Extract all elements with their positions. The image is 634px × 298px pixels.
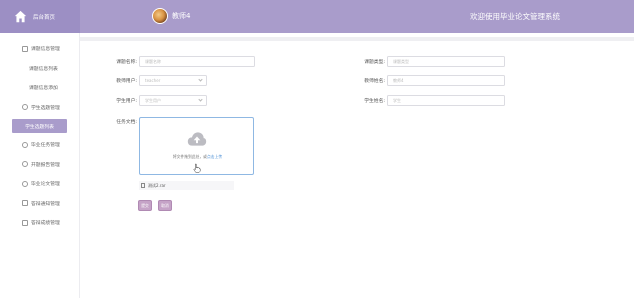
sidebar-item-label: 毕业任务管理 xyxy=(31,143,60,149)
cloud-upload-icon xyxy=(187,132,207,146)
topic-name-input[interactable]: 课题名称 xyxy=(139,56,255,67)
uploaded-file-item[interactable]: 测试2.rar xyxy=(139,181,234,190)
cancel-button[interactable]: 取消 xyxy=(158,200,172,211)
topic-type-placeholder: 课题类型 xyxy=(393,58,409,64)
student-user-select[interactable]: 学生用户 xyxy=(139,95,207,106)
home-label: 后台首页 xyxy=(33,14,56,21)
upload-instructions: 将文件拖到此处，或点击上传 xyxy=(140,154,255,160)
menu-icon xyxy=(22,219,28,226)
student-user-value: 学生用户 xyxy=(145,97,161,103)
content-divider xyxy=(80,37,634,41)
menu-icon xyxy=(22,180,28,187)
home-icon xyxy=(14,10,27,23)
welcome-text: 欢迎使用毕业论文管理系统 xyxy=(470,12,560,21)
sidebar-item-label: 答辩成绩管理 xyxy=(31,221,60,227)
home-link[interactable]: 后台首页 xyxy=(0,0,80,33)
sidebar-item-defense-notice[interactable]: 答辩通知管理 xyxy=(0,194,79,214)
sidebar-item-label: 毕业论文管理 xyxy=(31,182,60,188)
teacher-name-value: 教师4 xyxy=(393,77,404,83)
upload-link[interactable]: 点击上传 xyxy=(207,154,222,159)
hand-cursor-icon xyxy=(193,163,201,173)
teacher-name-label: 教师姓名: xyxy=(364,79,385,84)
topic-type-label: 课题类型: xyxy=(364,60,385,65)
student-name-label: 学生姓名: xyxy=(364,99,385,104)
sidebar-item-label: 开题报告管理 xyxy=(31,162,60,168)
teacher-user-label: 教师用户: xyxy=(116,79,137,84)
topic-type-input[interactable]: 课题类型 xyxy=(387,56,505,67)
menu-icon xyxy=(22,141,28,148)
sidebar-item-topic-management[interactable]: 课题信息管理 xyxy=(0,39,79,59)
teacher-user-select[interactable]: teacher xyxy=(139,75,207,86)
sidebar-item-label: 学生选题列表 xyxy=(25,124,54,130)
task-doc-label: 任务文档: xyxy=(116,120,137,125)
teacher-user-value: teacher xyxy=(145,78,161,83)
student-name-value: 学生 xyxy=(393,97,401,103)
document-icon xyxy=(141,183,145,188)
student-name-input[interactable]: 学生 xyxy=(387,95,505,106)
student-user-label: 学生用户: xyxy=(116,99,137,104)
sidebar: 课题信息管理 课题信息列表 课题信息添加 学生选题管理 学生选题列表 毕业任务管… xyxy=(0,33,80,298)
sidebar-item-topic-list[interactable]: 课题信息列表 xyxy=(0,59,79,79)
menu-icon xyxy=(22,104,28,111)
top-header: 后台首页 教师4 欢迎使用毕业论文管理系统 xyxy=(0,0,634,33)
sidebar-item-student-selection-list[interactable]: 学生选题列表 xyxy=(12,119,67,133)
sidebar-menu: 课题信息管理 课题信息列表 课题信息添加 学生选题管理 学生选题列表 毕业任务管… xyxy=(0,33,79,233)
menu-icon xyxy=(22,45,28,52)
topic-name-placeholder: 课题名称 xyxy=(145,58,161,64)
topic-name-label: 课题名称: xyxy=(116,60,137,65)
sidebar-item-student-selection[interactable]: 学生选题管理 xyxy=(0,98,79,118)
file-upload-dropzone[interactable]: 将文件拖到此处，或点击上传 xyxy=(139,117,254,175)
sidebar-item-label: 课题信息列表 xyxy=(29,66,58,72)
chevron-down-icon xyxy=(198,97,203,102)
menu-icon xyxy=(22,200,28,207)
sidebar-item-label: 学生选题管理 xyxy=(31,105,60,111)
sidebar-item-thesis[interactable]: 毕业论文管理 xyxy=(0,174,79,194)
teacher-name-input[interactable]: 教师4 xyxy=(387,75,505,86)
sidebar-item-defense-score[interactable]: 答辩成绩管理 xyxy=(0,213,79,233)
menu-icon xyxy=(22,161,28,168)
sidebar-item-label: 答辩通知管理 xyxy=(31,201,60,207)
submit-button[interactable]: 提交 xyxy=(138,200,152,211)
user-menu[interactable]: 教师4 xyxy=(152,8,190,24)
sidebar-item-topic-add[interactable]: 课题信息添加 xyxy=(0,78,79,98)
sidebar-item-proposal-report[interactable]: 开题报告管理 xyxy=(0,155,79,175)
username: 教师4 xyxy=(172,12,191,20)
sidebar-item-label: 课题信息管理 xyxy=(31,47,60,53)
file-name: 测试2.rar xyxy=(148,182,166,188)
chevron-down-icon xyxy=(198,77,203,82)
sidebar-item-label: 课题信息添加 xyxy=(29,86,58,92)
upload-text: 将文件拖到此处，或 xyxy=(172,154,207,159)
avatar xyxy=(152,8,168,24)
sidebar-item-graduation-task[interactable]: 毕业任务管理 xyxy=(0,135,79,155)
